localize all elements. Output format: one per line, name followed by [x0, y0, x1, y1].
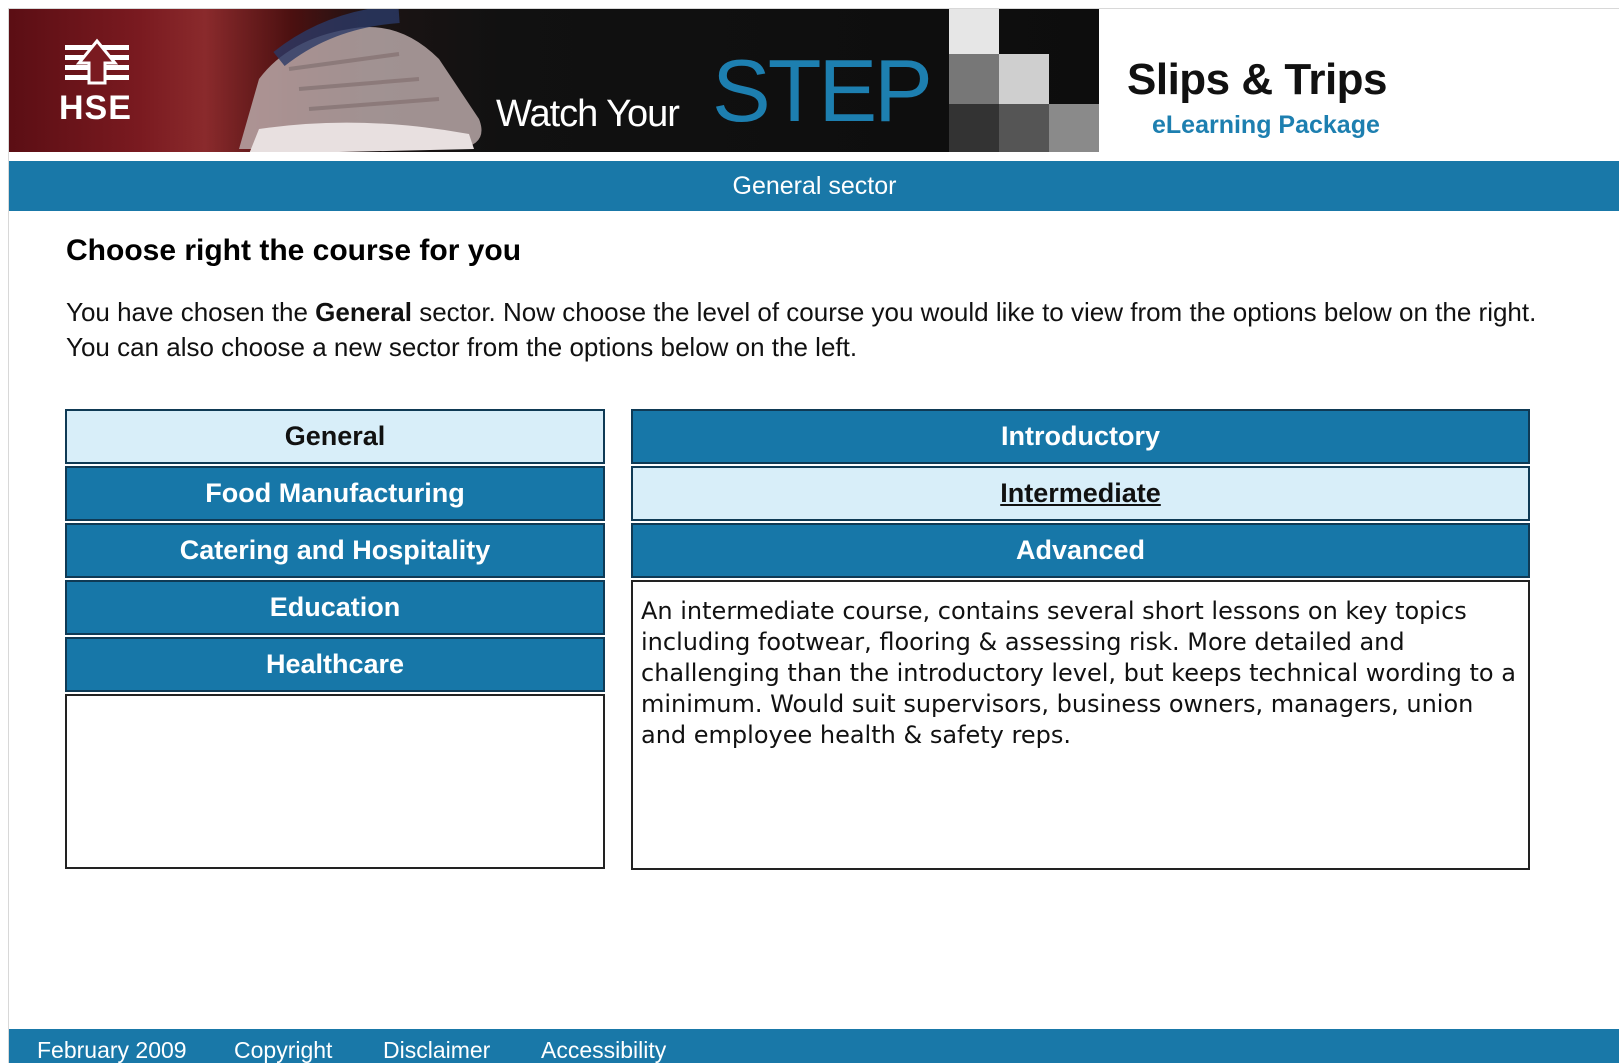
- intro-sector-name: General: [315, 297, 412, 327]
- banner-step-text: STEP: [712, 41, 933, 140]
- intro-part-1: You have chosen the: [66, 297, 316, 327]
- banner: HSE Watch Your STEP Slips & Trips eLearn…: [9, 9, 1619, 161]
- sector-button-education[interactable]: Education: [65, 580, 605, 635]
- sector-button-general[interactable]: General: [65, 409, 605, 464]
- page-frame: HSE Watch Your STEP Slips & Trips eLearn…: [8, 8, 1619, 1063]
- sector-list-empty-area: [65, 694, 605, 869]
- sector-list: General Food Manufacturing Catering and …: [65, 409, 605, 869]
- hse-logo-text: HSE: [59, 89, 132, 127]
- intro-text: You have chosen the General sector. Now …: [66, 295, 1586, 365]
- sector-bar: General sector: [9, 161, 1619, 211]
- level-button-advanced[interactable]: Advanced: [631, 523, 1530, 578]
- footer: February 2009 Copyright Disclaimer Acces…: [9, 1029, 1619, 1063]
- banner-image: HSE Watch Your STEP: [9, 9, 1099, 152]
- sector-button-catering-hospitality[interactable]: Catering and Hospitality: [65, 523, 605, 578]
- footer-date: February 2009: [37, 1037, 187, 1063]
- footer-accessibility-link[interactable]: Accessibility: [541, 1037, 666, 1063]
- course-description: An intermediate course, contains several…: [631, 580, 1530, 870]
- sector-button-food-manufacturing[interactable]: Food Manufacturing: [65, 466, 605, 521]
- level-button-intermediate[interactable]: Intermediate: [631, 466, 1530, 521]
- sector-button-healthcare[interactable]: Healthcare: [65, 637, 605, 692]
- shoe-image: [239, 9, 482, 152]
- footer-copyright-link[interactable]: Copyright: [234, 1037, 332, 1063]
- level-list: Introductory Intermediate Advanced An in…: [631, 409, 1530, 870]
- page-title: Choose right the course for you: [66, 234, 522, 267]
- level-intermediate-label: Intermediate: [1000, 478, 1161, 508]
- banner-squares: [949, 9, 1109, 152]
- footer-disclaimer-link[interactable]: Disclaimer: [383, 1037, 490, 1063]
- app-title: Slips & Trips: [1127, 55, 1388, 104]
- banner-watch-text: Watch Your: [496, 93, 680, 135]
- level-button-introductory[interactable]: Introductory: [631, 409, 1530, 464]
- app-subtitle: eLearning Package: [1152, 111, 1380, 139]
